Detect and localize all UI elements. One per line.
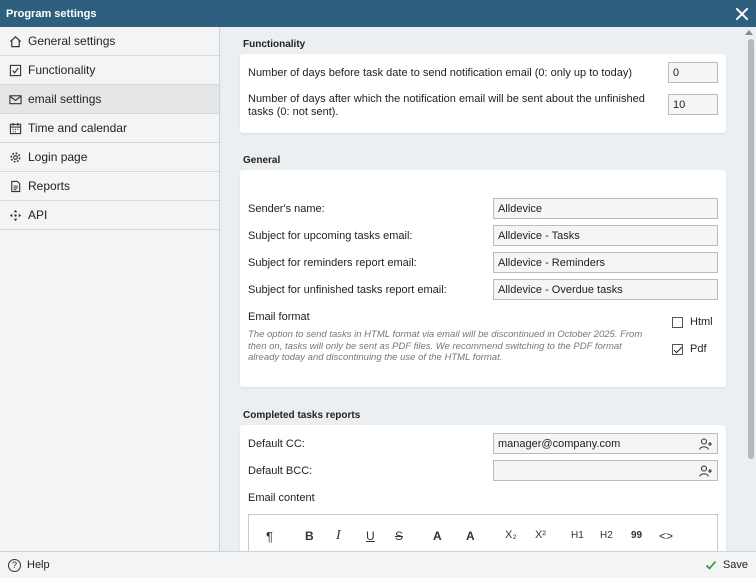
sidebar-item-time-and-calendar[interactable]: Time and calendar <box>0 114 219 143</box>
bold-button[interactable]: B <box>305 529 314 543</box>
sidebar-item-api[interactable]: API <box>0 201 219 230</box>
underline-button[interactable]: U <box>366 529 375 543</box>
checkbox-icon <box>9 64 22 77</box>
settings-panel: Functionality Number of days before task… <box>221 27 756 551</box>
functionality-card: Number of days before task date to send … <box>240 54 726 133</box>
sidebar-item-label: email settings <box>28 92 102 106</box>
scrollbar[interactable] <box>745 29 754 549</box>
pdf-checkbox[interactable]: Pdf <box>672 343 707 355</box>
html-checkbox-label: Html <box>690 316 713 328</box>
paragraph-button[interactable]: ¶ <box>266 529 273 544</box>
days-before-label: Number of days before task date to send … <box>248 67 632 79</box>
sidebar-item-label: API <box>28 208 48 222</box>
default-cc-label: Default CC: <box>248 438 305 450</box>
code-button[interactable]: <> <box>659 529 673 543</box>
close-icon[interactable] <box>734 6 750 22</box>
email-format-label: Email format <box>248 311 310 323</box>
subscript-button[interactable]: X₂ <box>505 529 517 541</box>
unfinished-subject-input[interactable]: Alldevice - Overdue tasks <box>493 279 718 300</box>
quote-button[interactable]: 99 <box>631 530 642 541</box>
save-label: Save <box>722 559 748 571</box>
add-user-icon[interactable] <box>699 464 713 477</box>
checkmark-icon <box>705 560 717 570</box>
strikethrough-button[interactable]: S <box>395 529 403 543</box>
window-title: Program settings <box>6 7 97 20</box>
default-bcc-label: Default BCC: <box>248 465 313 477</box>
upcoming-subject-input[interactable]: Alldevice - Tasks <box>493 225 718 246</box>
pdf-checkbox-box[interactable] <box>672 343 683 355</box>
upcoming-subject-label: Subject for upcoming tasks email: <box>248 230 413 242</box>
default-bcc-input[interactable] <box>493 460 718 481</box>
sidebar-item-label: General settings <box>28 34 116 48</box>
title-bar: Program settings <box>0 0 756 27</box>
html-checkbox[interactable]: Html <box>672 316 713 328</box>
envelope-icon <box>9 93 22 106</box>
superscript-button[interactable]: X² <box>535 529 546 541</box>
save-button[interactable]: Save <box>705 559 748 571</box>
help-button[interactable]: ? Help <box>8 558 50 572</box>
section-title-functionality: Functionality <box>243 39 306 50</box>
sidebar-item-email-settings[interactable]: email settings <box>0 85 219 114</box>
question-circle-icon: ? <box>8 558 21 572</box>
sidebar: General settings Functionality email set… <box>0 27 220 551</box>
html-checkbox-box[interactable] <box>672 316 683 328</box>
add-user-icon[interactable] <box>699 437 713 450</box>
days-after-label: Number of days after which the notificat… <box>248 93 645 118</box>
gear-icon <box>9 151 22 164</box>
sidebar-item-label: Functionality <box>28 63 96 77</box>
days-before-input[interactable]: 0 <box>668 62 718 83</box>
sidebar-item-label: Time and calendar <box>28 121 127 135</box>
reminders-subject-label: Subject for reminders report email: <box>248 257 417 269</box>
default-cc-input[interactable]: manager@company.com <box>493 433 718 454</box>
days-after-input[interactable]: 10 <box>668 94 718 115</box>
sidebar-item-label: Reports <box>28 179 71 193</box>
document-icon <box>9 180 22 193</box>
help-label: Help <box>27 559 50 571</box>
home-icon <box>9 35 22 48</box>
move-arrows-icon <box>9 209 22 222</box>
section-title-general: General <box>243 155 281 166</box>
sidebar-item-label: Login page <box>28 150 88 164</box>
sidebar-item-general-settings[interactable]: General settings <box>0 27 219 56</box>
footer-bar: ? Help Save <box>0 551 756 578</box>
email-content-editor[interactable]: ¶ B I U S A A X₂ X² H1 H2 99 <> <box>248 514 718 551</box>
sender-name-input[interactable]: Alldevice <box>493 198 718 219</box>
background-color-button[interactable]: A <box>466 529 475 543</box>
font-color-button[interactable]: A <box>433 529 442 543</box>
sidebar-item-reports[interactable]: Reports <box>0 172 219 201</box>
sidebar-item-login-page[interactable]: Login page <box>0 143 219 172</box>
unfinished-subject-label: Subject for unfinished tasks report emai… <box>248 284 447 296</box>
general-card: Sender's name: Alldevice Subject for upc… <box>240 170 726 387</box>
heading2-button[interactable]: H2 <box>600 530 613 541</box>
email-format-hint: The option to send tasks in HTML format … <box>248 329 643 363</box>
italic-button[interactable]: I <box>336 528 341 544</box>
heading1-button[interactable]: H1 <box>571 530 584 541</box>
email-content-label: Email content <box>248 492 315 504</box>
section-title-completed-reports: Completed tasks reports <box>243 410 361 421</box>
reminders-subject-input[interactable]: Alldevice - Reminders <box>493 252 718 273</box>
sidebar-item-functionality[interactable]: Functionality <box>0 56 219 85</box>
scroll-up-arrow-icon[interactable] <box>745 30 753 35</box>
scrollbar-thumb[interactable] <box>748 39 754 459</box>
sender-name-label: Sender's name: <box>248 203 325 215</box>
pdf-checkbox-label: Pdf <box>690 343 707 355</box>
calendar-icon <box>9 122 22 135</box>
